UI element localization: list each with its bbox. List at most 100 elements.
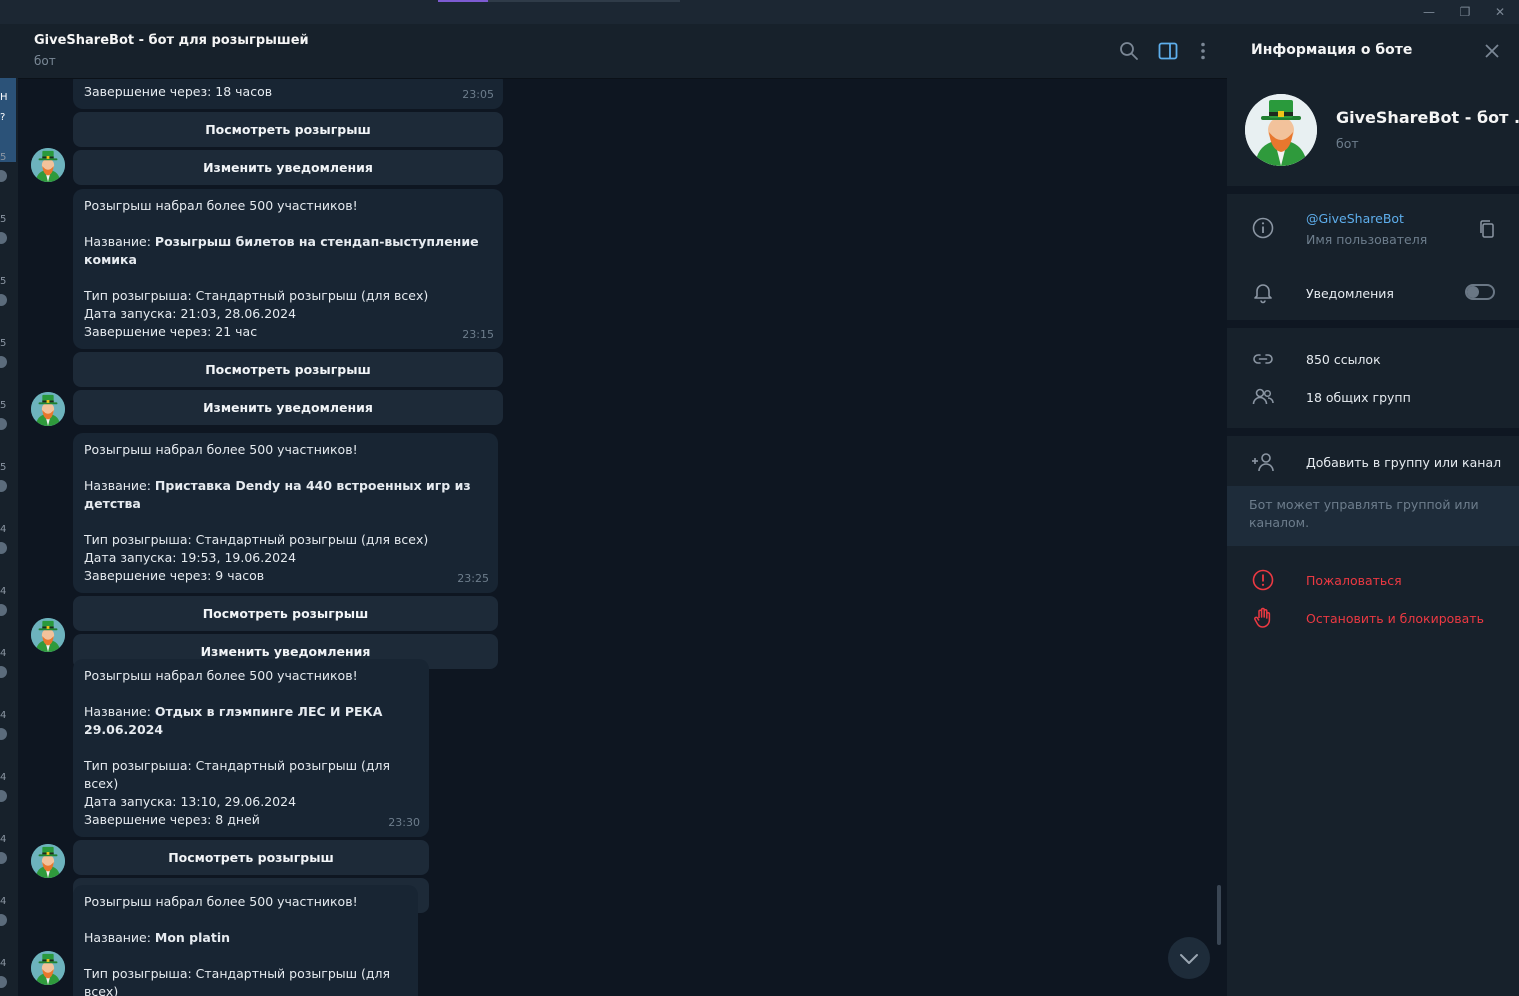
message-line xyxy=(84,911,408,929)
message-bubble[interactable]: Завершение через: 18 часов 23:05 xyxy=(73,79,503,109)
message-line: Завершение через: 9 часов xyxy=(84,567,488,585)
chat-list-selected-item[interactable]: Н ? xyxy=(0,78,16,162)
message-bubble[interactable]: Розыгрыш набрал более 500 участников! Наз… xyxy=(73,189,503,349)
message-text: Тип розыгрыша: Стандартный розыгрыш (для… xyxy=(84,532,429,547)
message-line: Название: Отдых в глэмпинге ЛЕС И РЕКА 2… xyxy=(84,703,419,739)
chat-list-item-date: 5 xyxy=(0,276,7,287)
users-icon xyxy=(1252,388,1274,405)
chat-list-item[interactable]: 5 xyxy=(0,462,18,502)
section-divider xyxy=(1227,428,1519,436)
view-giveaway-button[interactable]: Посмотреть розыгрыш xyxy=(73,840,429,875)
chat-list-item[interactable]: 4 xyxy=(0,834,18,874)
minimize-button[interactable]: — xyxy=(1421,4,1437,20)
view-giveaway-button[interactable]: Посмотреть розыгрыш xyxy=(73,596,498,631)
message-bubble[interactable]: Розыгрыш набрал более 500 участников! Наз… xyxy=(73,885,418,996)
panel-title: Информация о боте xyxy=(1251,42,1413,58)
section-divider xyxy=(1227,320,1519,328)
view-giveaway-button[interactable]: Посмотреть розыгрыш xyxy=(73,112,503,147)
message-line xyxy=(84,215,493,233)
message-line: Дата запуска: 19:53, 19.06.2024 xyxy=(84,549,488,567)
chat-title[interactable]: GiveShareBot - бот для розыгрышей xyxy=(34,33,309,48)
scroll-down-button[interactable] xyxy=(1168,937,1210,979)
notifications-toggle[interactable] xyxy=(1465,284,1495,300)
close-icon[interactable] xyxy=(1483,42,1501,60)
bot-message-avatar[interactable] xyxy=(31,844,65,878)
bot-message-avatar[interactable] xyxy=(31,618,65,652)
bot-username[interactable]: @GiveShareBot xyxy=(1306,211,1404,226)
chat-scrollbar[interactable] xyxy=(1217,885,1221,945)
sidebar-toggle-icon[interactable] xyxy=(1157,40,1179,62)
chat-list-item-date: 4 xyxy=(0,710,7,721)
report-icon xyxy=(1252,569,1274,591)
message-line: Розыгрыш набрал более 500 участников! xyxy=(84,441,488,459)
unread-badge xyxy=(0,294,7,306)
message-group: Розыгрыш набрал более 500 участников! Наз… xyxy=(73,433,498,669)
unread-badge xyxy=(0,542,7,554)
add-to-group-hint: Бот может управлять группой или каналом. xyxy=(1249,497,1479,530)
more-vertical-icon[interactable] xyxy=(1192,40,1214,62)
unread-badge xyxy=(0,418,7,430)
chat-list-item[interactable]: 4 xyxy=(0,586,18,626)
message-line: Дата запуска: 13:10, 29.06.2024 xyxy=(84,793,419,811)
hint-box: Бот может управлять группой или каналом. xyxy=(1227,486,1519,546)
restore-button[interactable]: ❐ xyxy=(1457,4,1473,20)
chat-header[interactable]: GiveShareBot - бот для розыгрышей бот xyxy=(18,24,1227,79)
chat-list-item[interactable]: 5 xyxy=(0,400,18,440)
message-text: Завершение через: 18 часов xyxy=(84,84,273,99)
message-time: 23:25 xyxy=(457,572,489,585)
bot-avatar[interactable] xyxy=(1245,94,1317,166)
chat-list-item[interactable]: 4 xyxy=(0,896,18,936)
bot-message-avatar[interactable] xyxy=(31,951,65,985)
message-line: Розыгрыш набрал более 500 участников! xyxy=(84,197,493,215)
unread-badge xyxy=(0,604,7,616)
window-close-button[interactable]: ✕ xyxy=(1492,4,1508,20)
chat-list-strip: Н ? 5 5 5 5 5 5 4 4 4 4 4 4 4 4 xyxy=(0,24,18,996)
common-groups[interactable]: 18 общих групп xyxy=(1306,390,1411,405)
message-line: Завершение через: 21 час xyxy=(84,323,493,341)
search-icon[interactable] xyxy=(1118,40,1140,62)
tab-indicator-track xyxy=(488,0,680,2)
view-giveaway-button[interactable]: Посмотреть розыгрыш xyxy=(73,352,503,387)
message-text: Дата запуска: 21:03, 28.06.2024 xyxy=(84,306,297,321)
chat-list-item[interactable]: 5 xyxy=(0,152,18,192)
selected-letter: Н xyxy=(0,92,8,103)
chat-list-item[interactable]: 4 xyxy=(0,648,18,688)
message-bubble[interactable]: Розыгрыш набрал более 500 участников! Наз… xyxy=(73,433,498,593)
stop-and-block-button[interactable]: Остановить и блокировать xyxy=(1306,611,1484,626)
unread-badge xyxy=(0,976,7,988)
chat-list-item-date: 4 xyxy=(0,958,7,969)
message-text: Тип розыгрыша: Стандартный розыгрыш (для… xyxy=(84,966,395,996)
chat-list-item[interactable]: 4 xyxy=(0,524,18,564)
message-text: Название: xyxy=(84,930,155,945)
message-group: Розыгрыш набрал более 500 участников! Наз… xyxy=(73,189,503,425)
bot-message-avatar[interactable] xyxy=(31,392,65,426)
message-line: Тип розыгрыша: Стандартный розыгрыш (для… xyxy=(84,965,408,996)
chat-list-item[interactable]: 4 xyxy=(0,710,18,750)
message-text: Название: xyxy=(84,234,155,249)
chat-messages-area[interactable]: Завершение через: 18 часов 23:05 Посмотрет… xyxy=(18,79,1227,996)
message-line: Тип розыгрыша: Стандартный розыгрыш (для… xyxy=(84,531,488,549)
change-notifications-button[interactable]: Изменить уведомления xyxy=(73,390,503,425)
message-text: Тип розыгрыша: Стандартный розыгрыш (для… xyxy=(84,288,429,303)
message-line: Название: Розыгрыш билетов на стендап-вы… xyxy=(84,233,493,269)
change-notifications-button[interactable]: Изменить уведомления xyxy=(73,150,503,185)
message-text: Дата запуска: 13:10, 29.06.2024 xyxy=(84,794,297,809)
links-count[interactable]: 850 ссылок xyxy=(1306,352,1381,367)
chat-list-item[interactable]: 5 xyxy=(0,214,18,254)
chat-list-item[interactable]: 4 xyxy=(0,958,18,996)
tab-indicator xyxy=(438,0,488,2)
bot-message-avatar[interactable] xyxy=(31,148,65,182)
message-line: Розыгрыш набрал более 500 участников! xyxy=(84,893,408,911)
unread-badge xyxy=(0,852,7,864)
chat-list-item[interactable]: 5 xyxy=(0,338,18,378)
message-line xyxy=(84,685,419,703)
message-line: Название: Приставка Dendy на 440 встроен… xyxy=(84,477,488,513)
chat-list-item[interactable]: 4 xyxy=(0,772,18,812)
message-line: Завершение через: 18 часов xyxy=(84,83,493,101)
report-button[interactable]: Пожаловаться xyxy=(1306,573,1402,588)
copy-icon[interactable] xyxy=(1478,219,1496,239)
add-to-group-button[interactable]: Добавить в группу или канал xyxy=(1306,455,1501,470)
chat-list-item[interactable]: 5 xyxy=(0,276,18,316)
message-text: Розыгрыш набрал более 500 участников! xyxy=(84,442,358,457)
message-bubble[interactable]: Розыгрыш набрал более 500 участников! Наз… xyxy=(73,659,429,837)
